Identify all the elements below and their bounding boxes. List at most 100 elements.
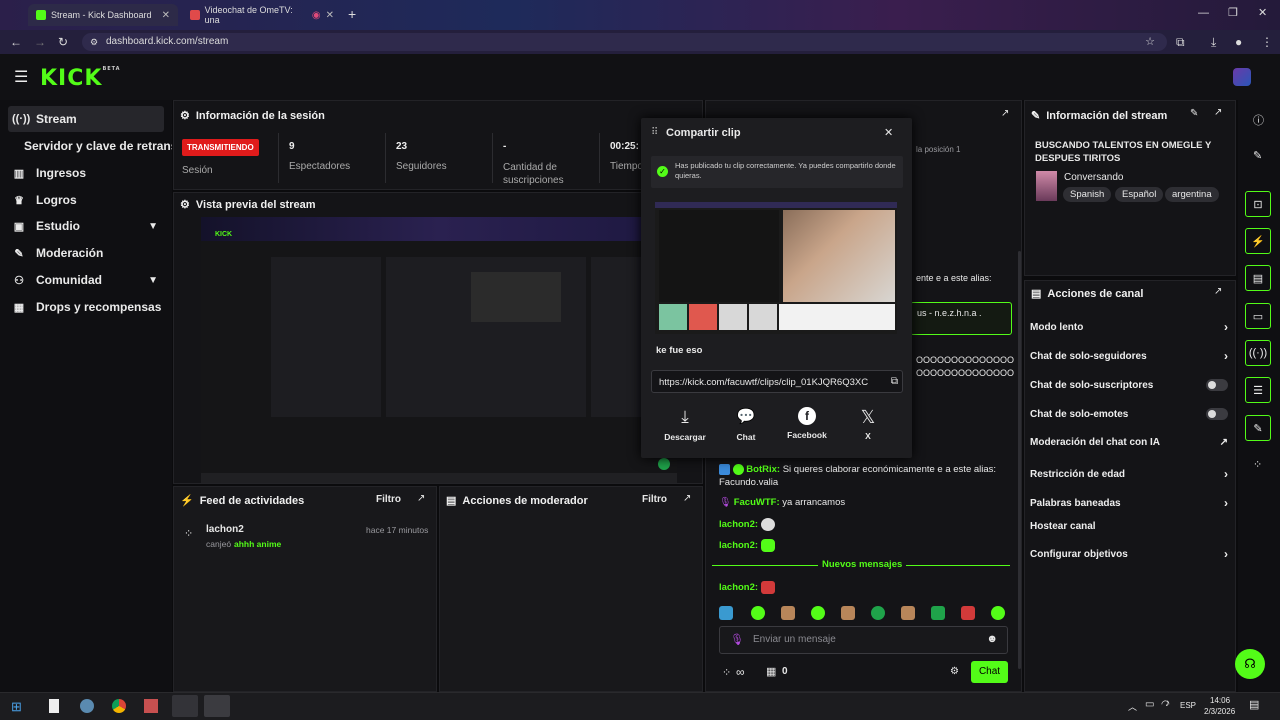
chat-username[interactable]: BotRix: <box>746 464 780 475</box>
action-restriccion-edad[interactable]: Restricción de edad › <box>1030 467 1228 481</box>
mod-filter-button[interactable]: Filtro <box>642 494 667 505</box>
chat-username[interactable]: lachon2: <box>719 540 758 551</box>
edit-pencil-icon[interactable]: ✎ <box>1190 108 1198 119</box>
emote-quick-7[interactable] <box>901 606 915 620</box>
chat-input[interactable]: 🎙 Enviar un mensaje ☻ <box>719 626 1008 654</box>
minimize-window-icon[interactable]: — <box>1198 7 1209 19</box>
copy-icon[interactable]: ⧉ <box>888 376 898 387</box>
site-info-icon[interactable]: ⚙ <box>90 33 98 51</box>
action-modo-lento[interactable]: Modo lento › <box>1030 320 1228 334</box>
close-tab-icon[interactable]: ✕ <box>162 10 170 21</box>
tag-chip[interactable]: Spanish <box>1063 187 1112 202</box>
sidebar-item-drops[interactable]: ▦ Drops y recompensas <box>8 294 164 320</box>
emote-quick-4[interactable] <box>811 606 825 620</box>
chat-scrollbar[interactable] <box>1018 251 1021 669</box>
action-configurar-objetivos[interactable]: Configurar objetivos › <box>1030 547 1228 561</box>
users-dots-icon[interactable]: ⁘ <box>1253 458 1262 471</box>
chat-username[interactable]: lachon2: <box>719 519 758 530</box>
rail-clip-button[interactable]: ⊡ <box>1245 191 1271 217</box>
rail-flash-button[interactable]: ⚡ <box>1245 228 1271 254</box>
obs-icon[interactable] <box>172 695 198 717</box>
category-thumbnail[interactable] <box>1036 171 1057 201</box>
emote-quick-6[interactable] <box>871 606 885 620</box>
sidebar-item-comunidad[interactable]: ⚇ Comunidad ▼ <box>8 267 164 293</box>
popout-icon[interactable]: ↗ <box>1214 107 1222 118</box>
hamburger-menu-icon[interactable]: ☰ <box>14 67 28 87</box>
drag-handle-icon[interactable]: ⠿ <box>651 127 658 138</box>
clock-date[interactable]: 2/3/2026 <box>1204 707 1235 716</box>
user-avatar[interactable] <box>1233 68 1251 86</box>
chat-send-button[interactable]: Chat <box>971 661 1008 683</box>
app-icon-1[interactable] <box>80 699 94 713</box>
sidebar-item-estudio[interactable]: ▣ Estudio ▼ <box>8 213 164 239</box>
popout-icon[interactable]: ↗ <box>1214 286 1222 297</box>
feed-item-user[interactable]: lachon2 <box>206 524 244 535</box>
action-solo-seguidores[interactable]: Chat de solo-seguidores › <box>1030 349 1228 363</box>
action-moderacion-ia[interactable]: Moderación del chat con IA ↗ <box>1030 437 1228 448</box>
toggle-switch[interactable] <box>1206 379 1228 391</box>
sidebar-item-ingresos[interactable]: ▥ Ingresos <box>8 160 164 186</box>
action-solo-emotes[interactable]: Chat de solo-emotes <box>1030 408 1228 420</box>
action-hostear-canal[interactable]: Hostear canal <box>1030 521 1228 532</box>
rail-chat-button[interactable]: ▭ <box>1245 303 1271 329</box>
emote-quick-5[interactable] <box>841 606 855 620</box>
chat-username[interactable]: FacuWTF: <box>734 497 780 508</box>
kick-logo[interactable]: KICKBETA <box>40 66 121 91</box>
windows-start-icon[interactable]: ⊞ <box>11 699 22 715</box>
rail-broadcast-button[interactable]: ((·)) <box>1245 340 1271 366</box>
sidebar-item-stream[interactable]: ((·)) Stream <box>8 106 164 132</box>
popout-icon[interactable]: ↗ <box>1001 108 1009 119</box>
notifications-icon[interactable]: ▤ <box>1249 698 1259 711</box>
points-icon[interactable]: ⁘ <box>722 666 731 679</box>
maximize-window-icon[interactable]: ❐ <box>1228 6 1238 19</box>
category-name[interactable]: Conversando <box>1064 172 1123 183</box>
browser-tab-ometv[interactable]: Videochat de OmeTV: una ◉ ✕ <box>182 4 342 26</box>
stream-preview-video[interactable]: KICK <box>201 217 677 483</box>
emote-quick-10[interactable] <box>991 606 1005 620</box>
share-facebook[interactable]: f Facebook <box>786 407 828 440</box>
app-icon-3[interactable] <box>204 695 230 717</box>
mic-icon[interactable]: 🎙 <box>730 633 744 646</box>
share-download[interactable]: ⤓ Descargar <box>663 407 707 442</box>
help-support-button[interactable]: ☊ <box>1235 649 1265 679</box>
emoji-picker-icon[interactable]: ☻ <box>986 633 998 645</box>
forward-icon[interactable]: → <box>34 35 46 49</box>
bookmark-star-icon[interactable]: ☆ <box>1145 33 1155 51</box>
clip-thumbnail[interactable] <box>655 202 897 334</box>
clip-url-field[interactable]: https://kick.com/facuwtf/clips/clip_01KJ… <box>651 370 903 393</box>
feed-filter-button[interactable]: Filtro <box>376 494 401 505</box>
pencil-icon[interactable]: ✎ <box>1253 149 1262 162</box>
share-chat[interactable]: 💬 Chat <box>731 407 761 442</box>
emote-quick-3[interactable] <box>781 606 795 620</box>
rail-stack-button[interactable]: ☰ <box>1245 377 1271 403</box>
chrome-icon[interactable] <box>112 699 126 713</box>
language-indicator[interactable]: ESP <box>1180 701 1196 710</box>
browser-menu-icon[interactable]: ⋮ <box>1261 35 1273 49</box>
emote-quick-9[interactable] <box>961 606 975 620</box>
tag-chip[interactable]: Español <box>1115 187 1164 202</box>
sidebar-item-logros[interactable]: ♛ Logros <box>8 187 164 213</box>
info-icon[interactable]: ⓘ <box>1253 112 1264 128</box>
browser-tab-kick[interactable]: Stream - Kick Dashboard ✕ <box>28 4 178 26</box>
app-icon-2[interactable] <box>144 699 158 713</box>
sidebar-item-moderacion[interactable]: ✎ Moderación <box>8 240 164 266</box>
clock-time[interactable]: 14:06 <box>1210 696 1230 705</box>
action-solo-suscriptores[interactable]: Chat de solo-suscriptores <box>1030 379 1228 391</box>
chat-settings-icon[interactable]: ⚙ <box>950 666 959 677</box>
close-modal-icon[interactable]: ✕ <box>884 126 893 139</box>
tray-chevron-icon[interactable]: ︿ <box>1128 700 1137 713</box>
file-icon[interactable] <box>49 699 59 713</box>
emote-quick-8[interactable] <box>931 606 945 620</box>
download-icon[interactable]: ⤓ <box>1211 35 1216 50</box>
extensions-icon[interactable]: ⧉ <box>1176 35 1185 50</box>
back-icon[interactable]: ← <box>10 35 22 49</box>
action-palabras-baneadas[interactable]: Palabras baneadas › <box>1030 496 1228 510</box>
new-tab-icon[interactable]: + <box>348 6 356 22</box>
toggle-switch[interactable] <box>1206 408 1228 420</box>
emote-quick-1[interactable] <box>719 606 733 620</box>
close-window-icon[interactable]: ✕ <box>1258 6 1267 19</box>
gift-icon[interactable]: ▦ <box>766 665 776 678</box>
volume-icon[interactable]: ♪ <box>1165 698 1170 709</box>
share-x[interactable]: 𝕏 X <box>856 407 880 441</box>
emote-quick-2[interactable] <box>751 606 765 620</box>
